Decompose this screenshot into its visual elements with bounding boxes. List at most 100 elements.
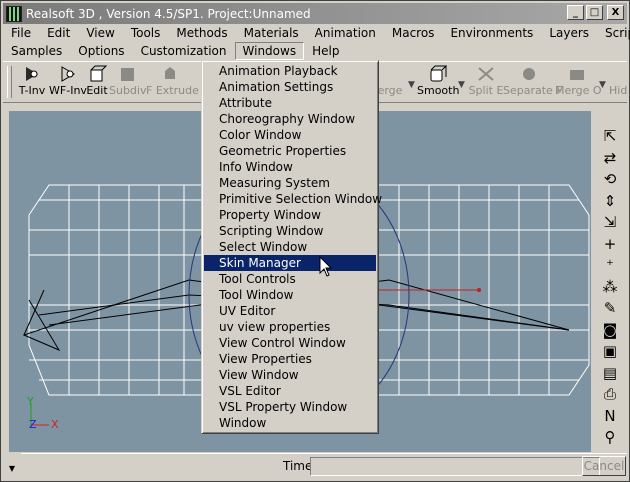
windows-menu-item-choreography-window[interactable]: Choreography Window — [202, 111, 378, 127]
move-icon[interactable]: ⇄ — [596, 147, 624, 169]
multi-add-icon[interactable]: ⁂ — [596, 276, 624, 298]
menu-bar: File Edit View Tools Methods Materials A… — [3, 24, 630, 60]
app-icon[interactable] — [6, 5, 22, 22]
menu-tools[interactable]: Tools — [123, 25, 169, 41]
maximize-button[interactable]: □ — [586, 5, 603, 20]
rotate-icon[interactable]: ⟲ — [596, 168, 624, 190]
add-points-icon[interactable]: ⁺ — [596, 254, 624, 276]
tool-label: Separate F — [503, 84, 563, 97]
printer-icon[interactable]: ⎙ — [596, 383, 624, 405]
windows-menu-item-uv-editor[interactable]: UV Editor — [202, 303, 378, 319]
menu-samples[interactable]: Samples — [3, 43, 70, 59]
subdiv-icon — [121, 68, 134, 81]
menu-scripts[interactable]: Scripts — [597, 25, 630, 41]
cube-edit-icon — [90, 65, 107, 82]
windows-menu-item-vsl-editor[interactable]: VSL Editor — [202, 383, 378, 399]
menu-methods[interactable]: Methods — [168, 25, 235, 41]
windows-menu-item-select-window[interactable]: Select Window — [202, 239, 378, 255]
windows-menu-item-animation-playback[interactable]: Animation Playback — [202, 63, 378, 79]
windows-menu-item-vsl-property-window[interactable]: VSL Property Window — [202, 399, 378, 415]
minimize-button[interactable]: _ — [567, 5, 584, 20]
tool-label: WF-Inv — [49, 84, 87, 97]
scale-icon[interactable]: ⇲ — [596, 211, 624, 233]
tool-split-e[interactable]: Split E — [468, 65, 504, 101]
tool-subdiv[interactable]: Subdiv — [109, 65, 147, 101]
tool-wf-inv[interactable]: WF-Inv — [49, 65, 87, 101]
windows-menu-item-tool-window[interactable]: Tool Window — [202, 287, 378, 303]
merge-objects-icon — [570, 70, 584, 80]
tool-hide[interactable]: Hid — [609, 65, 627, 101]
windows-menu-item-view-control-window[interactable]: View Control Window — [202, 335, 378, 351]
tool-edit[interactable]: Edit — [86, 65, 108, 101]
menu-customization[interactable]: Customization — [133, 43, 235, 59]
windows-menu-item-geometric-properties[interactable]: Geometric Properties — [202, 143, 378, 159]
windows-menu-item-view-window[interactable]: View Window — [202, 367, 378, 383]
merge-icon — [380, 65, 400, 83]
chevron-down-icon[interactable]: ▼ — [408, 80, 415, 90]
menu-view[interactable]: View — [78, 25, 122, 41]
eye-wireframe-icon — [61, 66, 75, 82]
title-bar[interactable]: Realsoft 3D , Version 4.5/SP1. Project:U… — [3, 3, 627, 24]
toolbar-grip-handle[interactable] — [7, 66, 12, 98]
windows-menu-item-skin-manager[interactable]: Skin Manager — [204, 255, 376, 271]
windows-menu-item-uv-view-properties[interactable]: uv view properties — [202, 319, 378, 335]
camera-icon[interactable]: ◙ — [596, 319, 624, 341]
scroll-down-arrow-icon[interactable]: ▼ — [3, 459, 21, 479]
windows-menu-item-tool-controls[interactable]: Tool Controls — [202, 271, 378, 287]
windows-menu-item-info-window[interactable]: Info Window — [202, 159, 378, 175]
windows-menu-item-window[interactable]: Window — [202, 415, 378, 431]
render-icon[interactable]: ▣ — [596, 340, 624, 362]
tool-smooth[interactable]: Smooth — [417, 65, 460, 101]
chevron-down-icon[interactable]: ▼ — [599, 80, 606, 90]
add-point-icon[interactable]: + — [596, 233, 624, 255]
chevron-down-icon[interactable]: ▼ — [458, 80, 465, 90]
menu-row-2: Samples Options Customization Windows He… — [3, 42, 627, 60]
time-input[interactable] — [310, 457, 600, 476]
windows-menu-item-view-properties[interactable]: View Properties — [202, 351, 378, 367]
window-title: Realsoft 3D , Version 4.5/SP1. Project:U… — [26, 6, 311, 21]
tool-label: Merge O — [555, 84, 602, 97]
tool-merge[interactable]: erge — [375, 65, 405, 101]
tool-t-inv[interactable]: T-Inv — [15, 65, 49, 101]
windows-menu-item-animation-settings[interactable]: Animation Settings — [202, 79, 378, 95]
windows-menu-item-scripting-window[interactable]: Scripting Window — [202, 223, 378, 239]
menu-environments[interactable]: Environments — [442, 25, 541, 41]
select-arrow-icon[interactable]: ⇱ — [596, 125, 624, 147]
zoom-icon[interactable]: ⚲ — [596, 426, 624, 448]
cancel-button[interactable]: Cancel — [582, 456, 626, 476]
menu-layers[interactable]: Layers — [541, 25, 597, 41]
tool-label: Smooth — [417, 84, 460, 97]
tool-f-extrude[interactable]: F Extrude — [146, 65, 199, 101]
tool-label: Hid — [609, 84, 627, 97]
status-bar: Time: Cancel — [21, 453, 627, 479]
menu-animation[interactable]: Animation — [307, 25, 384, 41]
render-window-icon[interactable]: ▤ — [596, 362, 624, 384]
menu-options[interactable]: Options — [70, 43, 132, 59]
menu-edit[interactable]: Edit — [39, 25, 78, 41]
axis-x-label: X — [51, 418, 59, 431]
windows-menu-item-measuring-system[interactable]: Measuring System — [202, 175, 378, 191]
tool-separate-f[interactable]: Separate F — [503, 65, 563, 101]
windows-menu-item-attribute[interactable]: Attribute — [202, 95, 378, 111]
separate-face-icon — [523, 68, 535, 80]
windows-menu-item-property-window[interactable]: Property Window — [202, 207, 378, 223]
app-window: Realsoft 3D , Version 4.5/SP1. Project:U… — [0, 0, 630, 482]
axis-y-label: Y — [26, 395, 34, 408]
scale-vertical-icon[interactable]: ⇕ — [596, 190, 624, 212]
tool-label: Split E — [468, 84, 504, 97]
menu-windows[interactable]: Windows — [234, 42, 305, 60]
extrude-icon — [165, 67, 175, 79]
windows-menu-item-primitive-selection-window[interactable]: Primitive Selection Window — [202, 191, 382, 207]
close-button[interactable]: X — [607, 5, 624, 20]
tool-merge-o[interactable]: Merge O — [555, 65, 602, 101]
paint-icon[interactable]: ✎ — [596, 297, 624, 319]
tool-label: Edit — [86, 84, 108, 97]
right-toolbar: ⇱ ⇄ ⟲ ⇕ ⇲ + ⁺ ⁂ ✎ ◙ ▣ ▤ ⎙ N ⚲ — [591, 105, 629, 452]
menu-help[interactable]: Help — [304, 43, 347, 59]
menu-macros[interactable]: Macros — [384, 25, 443, 41]
menu-row-1: File Edit View Tools Methods Materials A… — [3, 24, 630, 42]
menu-materials[interactable]: Materials — [236, 25, 307, 41]
menu-file[interactable]: File — [3, 25, 39, 41]
navigate-icon[interactable]: N — [596, 405, 624, 427]
windows-menu-item-color-window[interactable]: Color Window — [202, 127, 378, 143]
